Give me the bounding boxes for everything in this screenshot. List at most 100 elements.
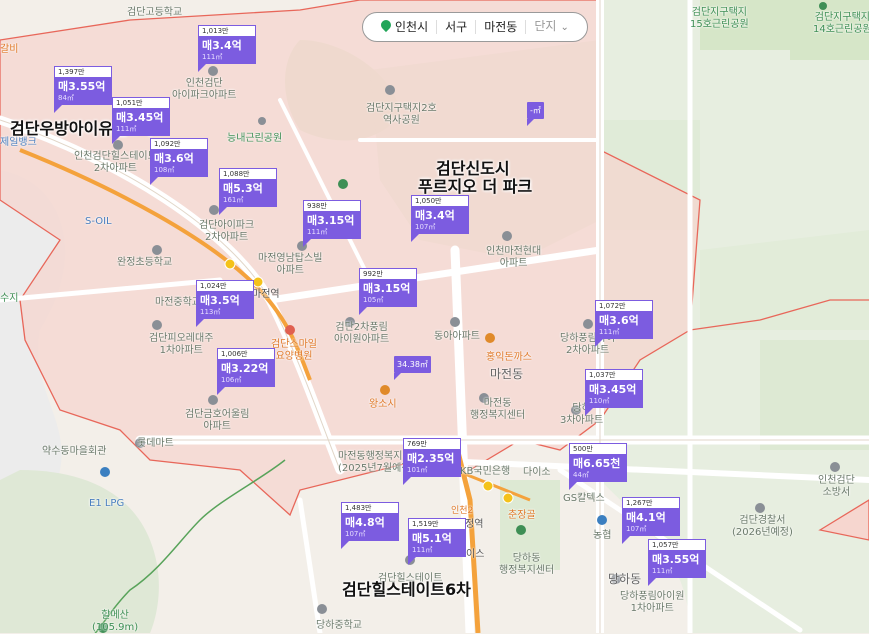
- breadcrumb-neighborhood[interactable]: 마전동: [476, 20, 527, 34]
- city-label: 인천시: [395, 20, 429, 34]
- marker-count: 1,013만: [198, 25, 256, 36]
- place-label: 검단지구택지 14호근린공원: [813, 12, 869, 35]
- marker-body: 매5.1억 111㎡: [408, 529, 466, 557]
- price-marker[interactable]: 1,519만 매5.1억 111㎡: [408, 518, 466, 565]
- place-label: 당하동 행정복지센터: [499, 553, 555, 576]
- place-label: 인천마전현대 아파트: [486, 246, 542, 269]
- marker-tail: [622, 536, 630, 544]
- price-marker[interactable]: 1,050만 매3.4억 107㎡: [411, 195, 469, 242]
- place-label: 검단경찰서 (2026년예정): [732, 515, 793, 538]
- price-marker[interactable]: 1,088만 매5.3억 161㎡: [219, 168, 277, 215]
- marker-count: 1,483만: [341, 502, 399, 513]
- marker-body: 매3.4억 107㎡: [411, 206, 469, 234]
- place-label: 롯데마트: [137, 438, 174, 449]
- marker-tail: [595, 339, 603, 347]
- price-marker[interactable]: 1,057만 매3.55억 111㎡: [648, 539, 706, 586]
- marker-body: 매3.45억 110㎡: [585, 380, 643, 408]
- marker-size: 107㎡: [415, 223, 436, 231]
- marker-size: 105㎡: [363, 296, 384, 304]
- price-marker-small[interactable]: 34.38㎡: [394, 356, 431, 380]
- marker-count: 1,267만: [622, 497, 680, 508]
- marker-count: 1,037만: [585, 369, 643, 380]
- price-marker[interactable]: 1,013만 매3.4억 111㎡: [198, 25, 256, 72]
- marker-size: 111㎡: [116, 125, 137, 133]
- marker-count: 938만: [303, 200, 361, 211]
- price-marker[interactable]: 500만 매6.65천 44㎡: [569, 443, 627, 490]
- complex-title[interactable]: 검단신도시: [436, 160, 510, 178]
- price-marker[interactable]: 938만 매3.15억 111㎡: [303, 200, 361, 247]
- breadcrumb-district[interactable]: 서구: [437, 20, 477, 34]
- place-label: 인천검단힐스테이트 2차아파트: [74, 151, 157, 174]
- place-label: 마전동: [490, 367, 524, 381]
- place-label: 검단스마일 요양병원: [271, 339, 317, 362]
- marker-tail: [527, 119, 534, 126]
- marker-body: 매4.8억 107㎡: [341, 513, 399, 541]
- marker-body: 매2.35억 101㎡: [403, 449, 461, 477]
- complex-title[interactable]: 푸르지오 더 파크: [418, 178, 532, 196]
- marker-price: 매3.4억: [202, 39, 242, 52]
- breadcrumb-city[interactable]: 인천시: [373, 17, 438, 34]
- price-marker[interactable]: 1,024만 매3.5억 113㎡: [196, 280, 254, 327]
- marker-size: 111㎡: [307, 228, 328, 236]
- marker-body: 매3.4억 111㎡: [198, 36, 256, 64]
- place-label: 완정초등학교: [117, 257, 173, 268]
- complex-title[interactable]: 검단힐스테이트6차: [342, 581, 471, 599]
- place-label: 수지: [0, 293, 19, 304]
- place-label: 검단피오레대주 1차아파트: [149, 333, 214, 356]
- place-label: 마전중학교: [155, 297, 201, 308]
- place-label: S-OIL: [85, 216, 112, 227]
- marker-count: 1,050만: [411, 195, 469, 206]
- marker-count: 1,397만: [54, 66, 112, 77]
- marker-count: 992만: [359, 268, 417, 279]
- price-marker[interactable]: 1,092만 매3.6억 108㎡: [150, 138, 208, 185]
- marker-price: 매3.22억: [221, 362, 269, 375]
- marker-tail: [359, 307, 367, 315]
- place-label: 검단금호어울림 아파트: [185, 409, 250, 432]
- price-marker[interactable]: 1,037만 매3.45억 110㎡: [585, 369, 643, 416]
- marker-tail: [217, 387, 225, 395]
- marker-tail: [303, 239, 311, 247]
- place-label: 마전역: [252, 289, 280, 300]
- price-marker[interactable]: 1,051만 매3.45억 111㎡: [112, 97, 170, 144]
- complex-dropdown[interactable]: 단지 ⌄: [526, 19, 576, 35]
- marker-price: 매2.35억: [407, 452, 455, 465]
- place-label: E1 LPG: [89, 498, 125, 509]
- place-label: 능내근린공원: [227, 133, 283, 144]
- price-marker-small[interactable]: -㎡: [527, 102, 544, 126]
- marker-price: 매4.8억: [345, 516, 385, 529]
- place-label: 동아아파트: [434, 331, 480, 342]
- marker-price: 매5.3억: [223, 182, 263, 195]
- price-marker[interactable]: 1,397만 매3.55억 84㎡: [54, 66, 112, 113]
- price-marker[interactable]: 1,267만 매4.1억 107㎡: [622, 497, 680, 544]
- price-marker[interactable]: 1,483만 매4.8억 107㎡: [341, 502, 399, 549]
- marker-size: 107㎡: [345, 530, 366, 538]
- marker-body: 매3.45억 111㎡: [112, 108, 170, 136]
- marker-tail: [648, 578, 656, 586]
- marker-size: 34.38㎡: [397, 360, 428, 369]
- marker-count: 1,072만: [595, 300, 653, 311]
- price-marker[interactable]: 1,072만 매3.6억 111㎡: [595, 300, 653, 347]
- marker-body: 매3.5억 113㎡: [196, 291, 254, 319]
- price-marker[interactable]: 992만 매3.15억 105㎡: [359, 268, 417, 315]
- price-marker[interactable]: 1,006만 매3.22억 106㎡: [217, 348, 275, 395]
- marker-count: 1,024만: [196, 280, 254, 291]
- marker-price: 매3.45억: [116, 111, 164, 124]
- location-breadcrumb: 인천시 서구 마전동 단지 ⌄: [362, 12, 588, 42]
- place-label: 검단고등학교: [127, 7, 183, 18]
- marker-price: 매3.5억: [200, 294, 240, 307]
- marker-count: 1,057만: [648, 539, 706, 550]
- marker-size: 161㎡: [223, 196, 244, 204]
- marker-tail: [403, 477, 411, 485]
- marker-body: 매3.6억 108㎡: [150, 149, 208, 177]
- price-marker[interactable]: 769만 매2.35억 101㎡: [403, 438, 461, 485]
- marker-price: 매3.15억: [307, 214, 355, 227]
- place-label: 홍익돈까스: [486, 352, 532, 363]
- marker-body: 매3.22억 106㎡: [217, 359, 275, 387]
- marker-tail: [585, 408, 593, 416]
- place-label: 할메산 (105.9m): [92, 610, 139, 633]
- marker-size: 106㎡: [221, 376, 242, 384]
- place-label: 인천검단 소방서: [818, 475, 855, 498]
- marker-size: 111㎡: [599, 328, 620, 336]
- marker-price: 매3.6억: [599, 314, 639, 327]
- place-label: 인천검단 아이파크아파트: [172, 78, 237, 101]
